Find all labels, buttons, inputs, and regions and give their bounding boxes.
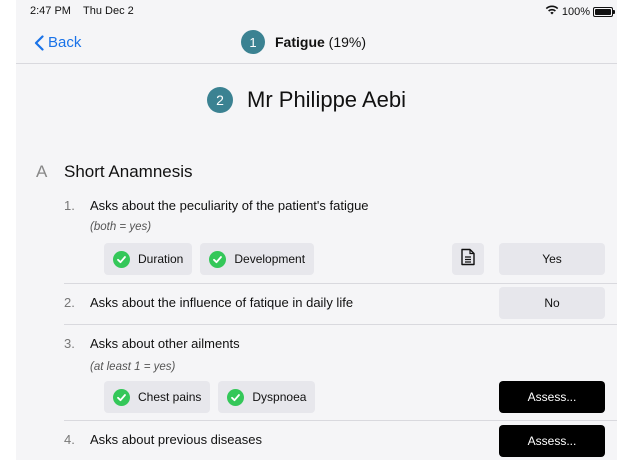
- item-text: Asks about the influence of fatique in d…: [90, 295, 354, 310]
- back-button[interactable]: Back: [34, 34, 81, 51]
- patient-number-badge: 2: [207, 87, 233, 113]
- item-3-chips: Chest pains Dyspnoea: [104, 381, 316, 413]
- status-time: 2:47 PM Thu Dec 2: [30, 5, 134, 17]
- nav-title: 1 Fatigue (19%): [241, 30, 366, 54]
- item-row: 3. Asks about other ailments: [64, 336, 617, 351]
- divider: [64, 283, 617, 284]
- chip-dyspnoea[interactable]: Dyspnoea: [218, 381, 316, 413]
- item-number: 1.: [64, 198, 75, 213]
- battery-level: [595, 8, 611, 15]
- nav-title-text: Fatigue (19%): [275, 34, 366, 50]
- check-circle-icon: [113, 388, 130, 406]
- section-title: Short Anamnesis: [64, 162, 193, 181]
- section-header: A Short Anamnesis: [36, 162, 193, 182]
- chip-label: Duration: [138, 252, 184, 266]
- patient-header: 2 Mr Philippe Aebi: [207, 87, 406, 113]
- item-number: 3.: [64, 336, 75, 351]
- status-date-text: Thu Dec 2: [83, 5, 134, 17]
- case-score: (19%): [328, 34, 367, 50]
- item-hint: (both = yes): [90, 221, 152, 233]
- app-screen: 2:47 PM Thu Dec 2 100% Back 1 Fatigue (1…: [0, 0, 617, 460]
- status-indicators: 100%: [545, 5, 615, 18]
- item-1-chips: Duration Development: [104, 243, 315, 275]
- divider: [64, 324, 617, 325]
- checklist-item-1: 1. Asks about the peculiarity of the pat…: [64, 198, 617, 233]
- chip-label: Dyspnoea: [252, 390, 307, 404]
- assess-button-item-3[interactable]: Assess...: [499, 381, 605, 413]
- answer-button-item-1[interactable]: Yes: [499, 243, 605, 275]
- case-number-badge: 1: [241, 30, 265, 54]
- checklist-item-3: 3. Asks about other ailments (at least 1…: [64, 336, 617, 373]
- divider: [64, 420, 617, 421]
- item-number: 4.: [64, 432, 75, 447]
- document-icon: [460, 248, 476, 271]
- status-bar: 2:47 PM Thu Dec 2 100%: [16, 0, 617, 22]
- chip-chest-pains[interactable]: Chest pains: [104, 381, 211, 413]
- chip-development[interactable]: Development: [200, 243, 315, 275]
- check-circle-icon: [209, 250, 227, 268]
- wifi-icon: [545, 5, 559, 18]
- check-circle-icon: [113, 250, 130, 268]
- chip-duration[interactable]: Duration: [104, 243, 193, 275]
- section-letter: A: [36, 162, 48, 181]
- answer-button-item-2[interactable]: No: [499, 287, 605, 319]
- notes-button[interactable]: [452, 243, 484, 275]
- navigation-bar: Back 1 Fatigue (19%): [16, 22, 617, 64]
- case-title: Fatigue: [275, 34, 325, 50]
- assess-button-item-4[interactable]: Assess...: [499, 425, 605, 457]
- back-label: Back: [48, 34, 82, 51]
- item-text: Asks about other ailments: [90, 336, 240, 351]
- chip-label: Chest pains: [138, 390, 202, 404]
- patient-name: Mr Philippe Aebi: [247, 87, 406, 112]
- check-circle-icon: [227, 388, 245, 406]
- chip-label: Development: [234, 252, 306, 266]
- item-number: 2.: [64, 295, 75, 310]
- battery-icon: [593, 6, 615, 17]
- item-text: Asks about previous diseases: [90, 432, 262, 447]
- item-hint: (at least 1 = yes): [90, 361, 176, 373]
- item-text: Asks about the peculiarity of the patien…: [90, 198, 369, 213]
- status-time-text: 2:47 PM: [30, 5, 71, 17]
- item-row: 1. Asks about the peculiarity of the pat…: [64, 198, 617, 213]
- battery-percent: 100%: [561, 5, 590, 18]
- chevron-left-icon: [34, 34, 44, 51]
